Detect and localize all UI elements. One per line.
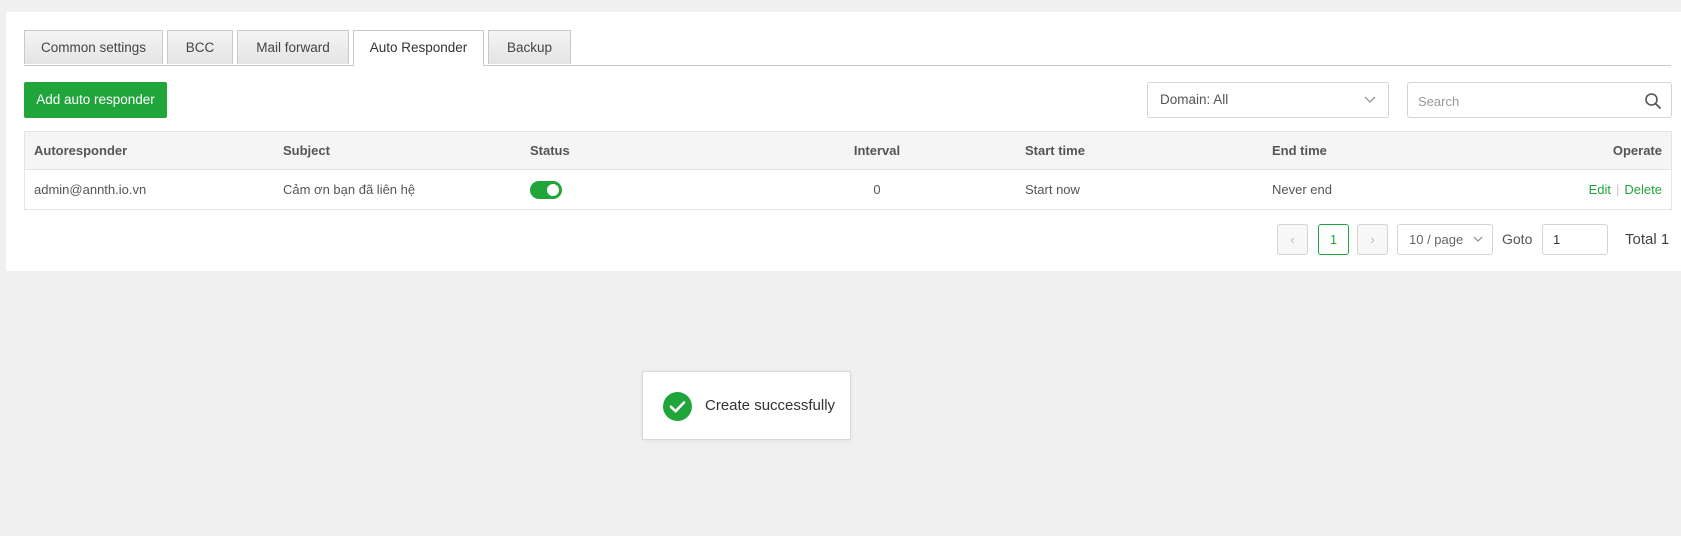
header-autoresponder: Autoresponder [34,143,128,158]
tab-bcc[interactable]: BCC [167,30,233,64]
header-status: Status [530,143,570,158]
chevron-down-icon [1364,96,1376,103]
domain-select[interactable]: Domain: All [1147,82,1389,118]
cell-start-time: Start now [1025,182,1080,197]
header-end-time: End time [1272,143,1327,158]
cell-subject: Cảm ơn bạn đã liên hệ [283,182,416,197]
chevron-down-icon [1473,236,1483,242]
header-subject: Subject [283,143,330,158]
toast-message: Create successfully [705,397,836,414]
page-size-select[interactable]: 10 / page [1397,224,1493,255]
prev-page-button[interactable]: ‹ [1277,224,1308,255]
tab-auto-responder[interactable]: Auto Responder [353,30,484,66]
tab-common-settings[interactable]: Common settings [24,30,163,64]
cell-autoresponder: admin@annth.io.vn [34,182,147,197]
cell-end-time: Never end [1272,182,1332,197]
auto-responder-table: Autoresponder Subject Status Interval St… [24,131,1672,210]
tab-bar: Common settings BCC Mail forward Auto Re… [24,30,1671,66]
goto-label: Goto [1502,231,1533,247]
next-page-button[interactable]: › [1357,224,1388,255]
cell-status [530,170,562,209]
success-toast: Create successfully [642,371,851,440]
search-input[interactable] [1416,83,1640,119]
delete-link[interactable]: Delete [1624,182,1662,197]
edit-link[interactable]: Edit [1589,182,1611,197]
cell-interval: 0 [873,182,881,197]
tab-backup[interactable]: Backup [488,30,571,64]
toggle-knob [547,183,559,196]
search-box [1407,82,1672,119]
goto-input[interactable] [1542,224,1608,255]
status-toggle[interactable] [530,180,562,199]
header-start-time: Start time [1025,143,1085,158]
tab-mail-forward[interactable]: Mail forward [237,30,349,64]
table-row: admin@annth.io.vn Cảm ơn bạn đã liên hệ … [25,170,1671,209]
cell-operate: Edit | Delete [1589,170,1662,209]
table-header: Autoresponder Subject Status Interval St… [25,132,1671,170]
domain-select-value: Domain: All [1160,92,1229,107]
operate-divider: | [1616,182,1620,197]
search-icon[interactable] [1644,92,1662,110]
header-interval: Interval [853,143,901,158]
add-auto-responder-button[interactable]: Add auto responder [24,82,167,118]
page-size-value: 10 / page [1409,232,1464,247]
check-circle-icon [663,392,692,421]
header-operate: Operate [1612,143,1662,158]
page-number-1[interactable]: 1 [1318,224,1349,255]
total-count: Total 1 [1625,231,1670,248]
